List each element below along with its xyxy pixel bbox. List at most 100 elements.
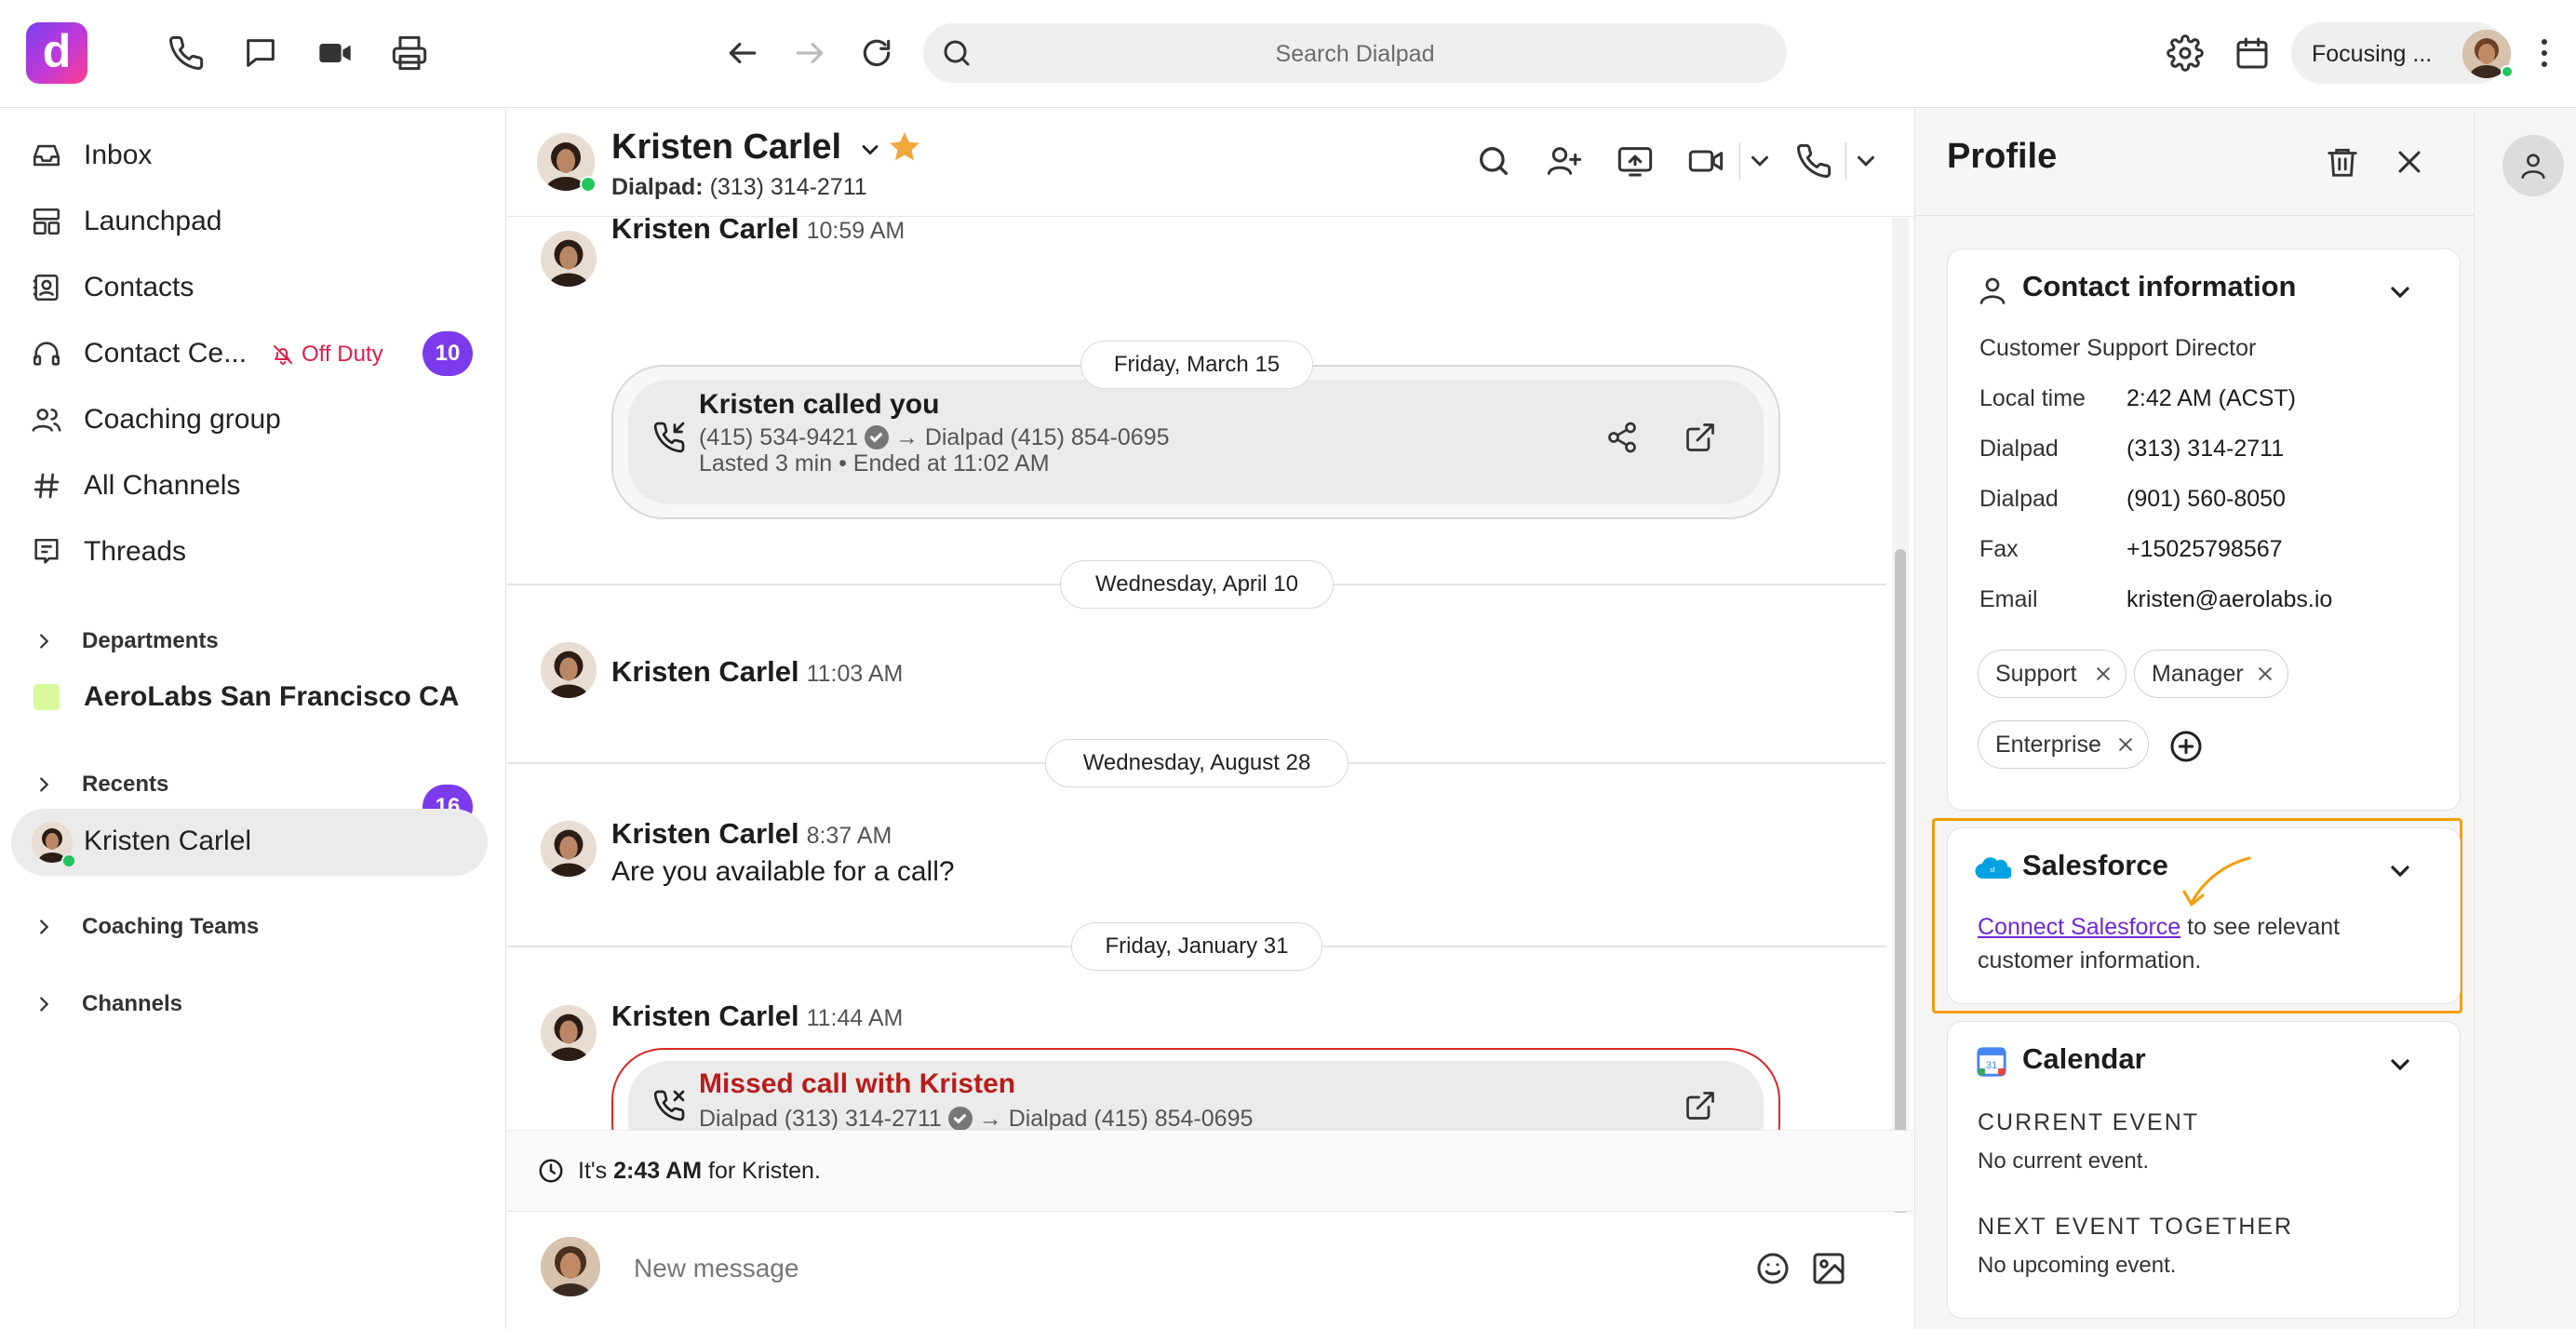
phone-icon[interactable] [164, 31, 208, 75]
dialpad-logo[interactable]: d [26, 22, 87, 84]
video-options-chevron-icon[interactable] [1739, 142, 1774, 180]
composer: New message [507, 1213, 1913, 1329]
launchpad-icon [28, 203, 65, 240]
bell-off-icon [272, 343, 294, 366]
sidebar-item-contacts[interactable]: Contacts [28, 260, 194, 315]
field-label: Dialpad [1979, 486, 2059, 512]
search-bar[interactable]: Search Dialpad [923, 23, 1787, 83]
refresh-icon[interactable] [854, 31, 899, 75]
sidebar-item-threads[interactable]: Threads [28, 524, 186, 580]
local-time-value: 2:43 AM [613, 1158, 703, 1184]
card-title: Calendar [2022, 1042, 2146, 1075]
clock-icon [537, 1157, 565, 1185]
sidebar-item-coaching-group[interactable]: Coaching group [28, 392, 281, 448]
contacts-icon [28, 269, 65, 306]
field-value: 2:42 AM (ACST) [2127, 385, 2296, 411]
phone-value[interactable]: (901) 560-8050 [2127, 486, 2286, 513]
channels-header[interactable]: Channels [34, 991, 182, 1017]
sidebar-item-launchpad[interactable]: Launchpad [28, 194, 221, 249]
fax-value[interactable]: +15025798567 [2127, 536, 2283, 563]
chevron-down-icon[interactable] [2385, 1050, 2415, 1080]
search-placeholder: Search Dialpad [1275, 41, 1435, 67]
next-event-header: NEXT EVENT TOGETHER [1978, 1214, 2294, 1240]
contact-name[interactable]: Kristen Carlel [611, 128, 841, 168]
tag-label: Enterprise [1995, 732, 2101, 758]
call-to: Dialpad (415) 854-0695 [924, 424, 1170, 450]
avatar [541, 1005, 597, 1061]
line-number: (313) 314-2711 [709, 174, 867, 200]
image-attach-icon[interactable] [1810, 1250, 1847, 1287]
date-separator: Wednesday, April 10 [1060, 560, 1334, 609]
avatar [541, 231, 597, 287]
card-title: Contact information [2022, 270, 2297, 302]
add-person-icon[interactable] [1546, 142, 1583, 180]
favorite-star-icon[interactable] [887, 129, 922, 165]
chat-icon[interactable] [238, 31, 283, 75]
search-icon[interactable] [1475, 142, 1512, 180]
remove-tag-icon[interactable] [2094, 664, 2113, 683]
remove-tag-icon[interactable] [2116, 735, 2135, 754]
google-calendar-icon: 31 [1976, 1046, 2007, 1078]
inbox-icon [28, 137, 65, 174]
incoming-call-icon [652, 421, 686, 454]
video-call-icon[interactable] [1687, 142, 1724, 180]
settings-gear-icon[interactable] [2163, 31, 2207, 75]
share-screen-icon[interactable] [1617, 142, 1654, 180]
scrollbar-track[interactable] [1892, 218, 1909, 1236]
current-event-text: No current event. [1978, 1148, 2150, 1174]
close-icon[interactable] [2394, 146, 2425, 178]
open-external-icon[interactable] [1684, 1089, 1717, 1122]
share-icon[interactable] [1605, 421, 1639, 454]
status-selector[interactable]: Focusing ... [2291, 22, 2514, 84]
message-input[interactable]: New message [634, 1254, 798, 1283]
chevron-down-icon[interactable] [2385, 277, 2415, 307]
sidebar-item-contact-center[interactable]: Contact Ce... [28, 326, 247, 382]
phone-value[interactable]: (313) 314-2711 [2127, 436, 2284, 463]
departments-header[interactable]: Departments [34, 628, 219, 654]
chevron-right-icon [34, 774, 58, 795]
call-to: Dialpad (415) 854-0695 [1008, 1106, 1254, 1132]
coaching-teams-header[interactable]: Coaching Teams [34, 914, 259, 940]
chevron-down-icon[interactable] [857, 137, 883, 163]
message-list[interactable]: Kristen Carlel 10:59 AM Kristen called yo… [507, 218, 1886, 1236]
print-icon[interactable] [387, 31, 432, 75]
sidebar-item-all-channels[interactable]: All Channels [28, 458, 240, 514]
phone-call-icon[interactable] [1795, 142, 1832, 180]
open-external-icon[interactable] [1684, 421, 1717, 454]
sidebar-item-recent-selected[interactable]: Kristen Carlel [11, 809, 488, 876]
remove-tag-icon[interactable] [2256, 664, 2274, 683]
tag-label: Manager [2152, 661, 2244, 687]
person-icon [1976, 274, 2009, 307]
recents-header[interactable]: Recents [34, 772, 168, 798]
sidebar-item-department[interactable]: AeroLabs San Francisco CA [28, 669, 459, 725]
more-vertical-icon[interactable] [2526, 31, 2563, 75]
video-icon[interactable] [313, 31, 357, 75]
chevron-down-icon[interactable] [2385, 856, 2415, 886]
sidebar-item-label: Inbox [84, 140, 153, 170]
verified-check-icon [864, 425, 889, 450]
message-author: Kristen Carlel [611, 218, 799, 245]
message-author: Kristen Carlel [611, 1000, 799, 1032]
message-time: 11:44 AM [806, 1005, 904, 1031]
trash-icon[interactable] [2325, 144, 2360, 180]
date-separator: Friday, January 31 [1071, 922, 1322, 971]
calendar-icon[interactable] [2230, 31, 2274, 75]
forward-arrow-icon[interactable] [787, 31, 832, 75]
emoji-icon[interactable] [1754, 1250, 1791, 1287]
svg-text:sf: sf [1990, 867, 1995, 874]
add-tag-icon[interactable] [2167, 728, 2205, 765]
sidebar-item-label: Threads [84, 536, 187, 567]
date-separator: Friday, March 15 [1080, 341, 1313, 389]
local-time-bar: It's 2:43 AM for Kristen. [507, 1130, 1913, 1212]
arrow-right-icon: → [894, 424, 919, 450]
sidebar-item-inbox[interactable]: Inbox [28, 128, 152, 183]
profile-rail-button[interactable] [2502, 135, 2564, 196]
connect-salesforce-link[interactable]: Connect Salesforce [1978, 914, 2180, 940]
call-options-chevron-icon[interactable] [1845, 142, 1880, 180]
calendar-card: 31 Calendar CURRENT EVENT No current eve… [1947, 1021, 2461, 1319]
department-color-swatch [28, 678, 65, 716]
hash-icon [28, 467, 65, 504]
person-icon [2517, 150, 2549, 181]
email-value[interactable]: kristen@aerolabs.io [2127, 586, 2332, 613]
back-arrow-icon[interactable] [720, 31, 765, 75]
